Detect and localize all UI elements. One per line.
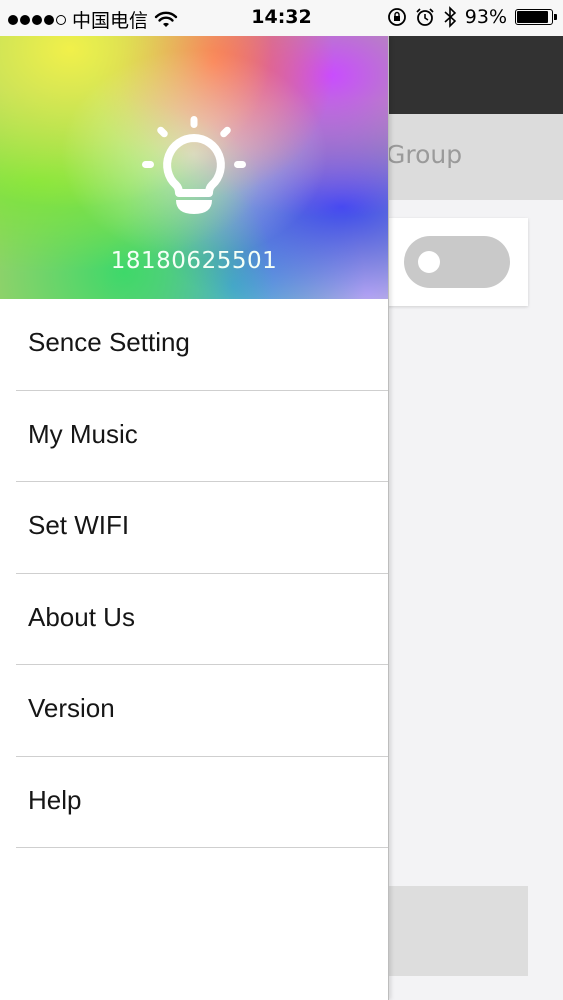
status-bar: 中国电信 14:32 93% <box>0 0 563 36</box>
orientation-lock-icon <box>387 8 406 26</box>
side-drawer: 18180625501 Sence Setting My Music Set W… <box>0 36 389 1000</box>
menu-item-label: My Music <box>28 418 138 449</box>
drawer-menu: Sence Setting My Music Set WIFI About Us… <box>0 299 388 848</box>
menu-item-sence-setting[interactable]: Sence Setting <box>0 299 388 391</box>
menu-item-label: Version <box>28 693 115 723</box>
menu-item-label: About Us <box>28 601 135 632</box>
menu-item-set-wifi[interactable]: Set WIFI <box>0 482 388 574</box>
alarm-icon <box>416 8 434 26</box>
battery-icon <box>515 9 557 25</box>
battery-fill <box>517 11 549 23</box>
menu-item-label: Sence Setting <box>28 327 190 357</box>
menu-item-help[interactable]: Help <box>0 757 388 849</box>
drawer-header: 18180625501 <box>0 36 388 299</box>
lightbulb-icon <box>142 116 246 214</box>
menu-item-label: Help <box>28 784 82 815</box>
battery-percent: 93% <box>464 6 507 28</box>
menu-item-about-us[interactable]: About Us <box>0 574 388 666</box>
screen: 中国电信 14:32 93% Group 18180625501 Sence S… <box>0 0 563 1000</box>
menu-item-label: Set WIFI <box>28 510 130 540</box>
menu-item-my-music[interactable]: My Music <box>0 391 388 483</box>
bluetooth-icon <box>444 6 456 28</box>
status-bar-right: 93% <box>387 6 557 28</box>
menu-item-version[interactable]: Version <box>0 665 388 757</box>
user-phone-number: 18180625501 <box>110 248 278 274</box>
toggle-knob <box>418 251 440 273</box>
device-power-toggle[interactable] <box>404 236 510 288</box>
tab-group[interactable]: Group <box>386 140 462 169</box>
